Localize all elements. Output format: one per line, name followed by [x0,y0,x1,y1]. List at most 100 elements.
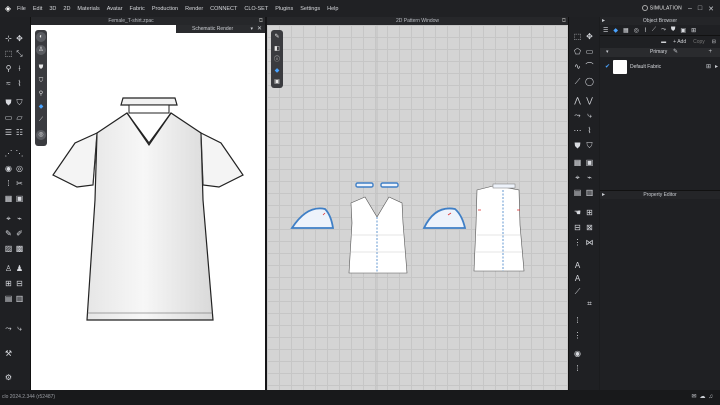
menu-fabric[interactable]: Fabric [130,6,145,12]
measure-icon[interactable]: ⌖ [4,215,13,223]
mesh-icon[interactable]: ▨ [4,245,13,253]
tab-layer-icon[interactable]: ⊞ [691,27,696,34]
tab-topstitch-icon[interactable]: ⌇ [644,27,647,34]
display-pattern-icon[interactable]: ◧ [272,44,282,54]
tab-avatar-icon[interactable]: ⛊ [671,27,676,34]
texture-display-icon[interactable]: ◎ [36,130,46,140]
tab-list-icon[interactable]: ☰ [603,27,608,34]
hand-icon[interactable]: ☚ [573,209,582,217]
seam-allowance-icon[interactable]: ⊟ [573,224,582,232]
curve-icon[interactable]: ∿ [573,63,582,71]
menu-clo-set[interactable]: CLO-SET [244,6,268,12]
garment-icon[interactable]: ▭ [4,114,13,122]
shirt-tool-icon[interactable]: ⛊ [573,142,582,150]
segment-sewing-icon[interactable]: ⤳ [573,112,582,120]
tape-icon[interactable]: ⌁ [15,215,24,223]
internal-shape-icon[interactable]: ◯ [585,78,594,86]
pin-display-icon[interactable]: ⚲ [36,89,46,99]
menu-help[interactable]: Help [327,6,338,12]
tab-graphic-icon[interactable]: ▣ [680,27,686,34]
stitch-icon[interactable]: ⁞ [573,317,582,325]
button-tool-icon[interactable]: ◉ [573,350,582,358]
layer-clone-icon[interactable]: ☷ [15,129,24,137]
fabric-view-icon[interactable]: ◆ [272,66,282,76]
close-icon[interactable]: ✕ [257,25,262,33]
menu-edit[interactable]: Edit [33,6,42,12]
copy-button[interactable]: Copy [693,39,705,45]
grid-icon[interactable]: ⊞ [585,209,594,217]
cloud-icon[interactable]: ☁ [700,394,709,400]
arrangement-icon[interactable]: ⊞ [4,280,13,288]
tab-button-icon[interactable]: ▦ [623,27,629,34]
free-sewing-icon[interactable]: ⤷ [15,325,24,333]
panel-collapse-icon[interactable]: ▸ [602,191,605,199]
notification-icon[interactable]: ♫ [709,394,717,400]
garment-fit-icon[interactable]: ▱ [15,114,24,122]
pose-icon[interactable]: ♟ [15,265,24,273]
edit-pattern-icon[interactable]: ✥ [585,33,594,41]
menu-3d[interactable]: 3D [49,6,56,12]
dart-icon[interactable]: ⋀ [573,97,582,105]
rectangle-icon[interactable]: ▭ [585,48,594,56]
more-icon[interactable]: ▸ [715,63,718,70]
free-sewing-icon[interactable]: ⤷ [585,112,594,120]
garment-display-icon[interactable]: ⛊ [36,63,46,73]
zipper-tool-icon[interactable]: ⁞ [573,365,582,373]
comment-icon[interactable]: ✐ [15,230,24,238]
tack-icon[interactable]: ⟊ [15,65,24,73]
pin-tool-icon[interactable]: ⚲ [4,65,13,73]
menu-materials[interactable]: Materials [77,6,99,12]
image-icon[interactable]: ▣ [272,77,282,87]
shirt-tool-alt-icon[interactable]: ⛉ [585,142,594,150]
maximize-icon[interactable]: ⧉ [562,17,566,25]
avatar-display-icon[interactable]: ♙ [36,45,46,55]
apply-fabric-icon[interactable]: ⊞ [706,63,711,70]
close-icon[interactable]: ✕ [708,5,714,13]
select-mesh-icon[interactable]: ⊹ [4,35,13,43]
settings-icon[interactable]: ⚙ [4,374,13,382]
minimize-icon[interactable]: – [688,5,692,12]
maximize-icon[interactable]: ⧉ [259,17,263,25]
buttonhole-icon[interactable]: ◎ [15,165,24,173]
menu-connect[interactable]: CONNECT [210,6,237,12]
clo-logo-icon[interactable]: ◈ [3,4,13,14]
seam-edit-icon[interactable]: ⋱ [15,150,24,158]
annotation-icon[interactable]: ✎ [4,230,13,238]
curve-point-icon[interactable]: ⌒ [585,63,594,71]
render-icon[interactable]: ▥ [15,295,24,303]
steam-icon[interactable]: ≈ [4,80,13,88]
move-icon[interactable]: ✥ [15,35,24,43]
2d-pattern-viewport[interactable] [267,25,568,390]
notch-icon[interactable]: ⋮ [573,239,582,247]
wrench-icon[interactable]: ⚒ [4,350,13,358]
stretch-icon[interactable]: ⟋ [36,115,46,125]
fabric-display-icon[interactable]: ⛉ [36,76,46,86]
graphic-icon[interactable]: ▣ [15,195,24,203]
shirt-icon[interactable]: ⛊ [4,99,13,107]
transform-pattern-icon[interactable]: ⬚ [573,33,582,41]
symmetry-icon[interactable]: ⋈ [585,239,594,247]
trace-icon[interactable]: ⌖ [573,174,582,182]
line-icon[interactable]: ⟋ [573,288,582,296]
layer-icon[interactable]: ☰ [4,129,13,137]
chat-icon[interactable]: ✉ [691,394,699,400]
menu-plugins[interactable]: Plugins [275,6,293,12]
texture-icon[interactable]: ▦ [4,195,13,203]
add-button[interactable]: + Add [673,39,686,45]
colorway-row[interactable]: ▾ Primary ✎ + [600,48,720,57]
grading-icon[interactable]: ⊠ [585,224,594,232]
menu-file[interactable]: File [17,6,26,12]
button-icon[interactable]: ◉ [4,165,13,173]
text-alt-icon[interactable]: A [573,275,582,283]
shirt-arrange-icon[interactable]: ⛉ [15,99,24,107]
3d-viewport[interactable] [31,25,265,390]
tab-trim-icon[interactable]: ⟋ [652,27,656,34]
delete-icon[interactable]: ⊟ [712,39,716,45]
arrangement-point-icon[interactable]: ⊟ [15,280,24,288]
fill-alt-icon[interactable]: ▥ [585,189,594,197]
tab-fabric-icon[interactable]: ◆ [613,27,618,34]
view-mode-icon[interactable]: ◐ [36,32,46,42]
tab-buttonhole-icon[interactable]: ◎ [634,27,639,34]
folder-icon[interactable]: ▬ [661,39,666,45]
info-icon[interactable]: ⓘ [272,55,282,65]
